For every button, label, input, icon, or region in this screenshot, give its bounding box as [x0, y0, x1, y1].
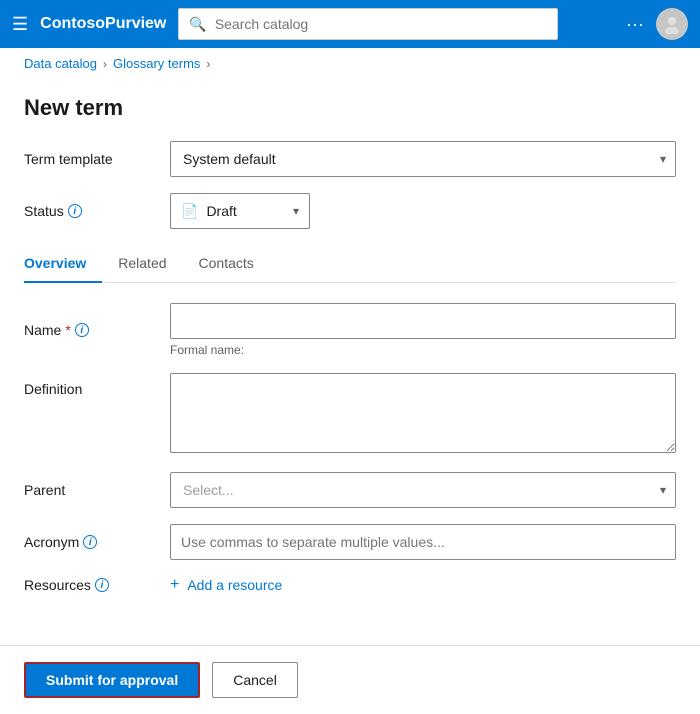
- definition-row: Definition: [24, 373, 676, 456]
- breadcrumb-data-catalog[interactable]: Data catalog: [24, 56, 97, 71]
- name-info-icon[interactable]: i: [75, 323, 89, 337]
- definition-label: Definition: [24, 373, 154, 397]
- tab-overview[interactable]: Overview: [24, 245, 102, 283]
- page-content: New term Term template System default ▾ …: [0, 79, 700, 626]
- more-options-icon[interactable]: ···: [626, 14, 644, 35]
- parent-label: Parent: [24, 482, 154, 498]
- acronym-info-icon[interactable]: i: [83, 535, 97, 549]
- plus-icon: +: [170, 576, 179, 594]
- tabs: Overview Related Contacts: [24, 245, 676, 283]
- breadcrumb-sep-2: ›: [206, 57, 210, 71]
- name-required-indicator: *: [65, 322, 70, 338]
- submit-for-approval-button[interactable]: Submit for approval: [24, 662, 200, 698]
- term-template-dropdown-wrapper: System default ▾: [170, 141, 676, 177]
- parent-select[interactable]: Select...: [170, 472, 676, 508]
- status-dropdown-arrow-icon: ▾: [293, 204, 299, 218]
- bottom-bar: Submit for approval Cancel: [0, 645, 700, 714]
- parent-row: Parent Select... ▾: [24, 472, 676, 508]
- search-input[interactable]: [215, 16, 548, 32]
- name-label: Name * i: [24, 322, 154, 338]
- acronym-label: Acronym i: [24, 534, 154, 550]
- tab-contacts[interactable]: Contacts: [183, 245, 270, 283]
- resources-field-wrap: + Add a resource: [170, 576, 676, 594]
- name-input[interactable]: [170, 303, 676, 339]
- acronym-input[interactable]: [170, 524, 676, 560]
- status-dropdown[interactable]: 📄 Draft ▾: [170, 193, 310, 229]
- term-template-label: Term template: [24, 151, 154, 167]
- definition-field-wrap: [170, 373, 676, 456]
- app-title: ContosoPurview: [40, 15, 166, 33]
- term-template-select[interactable]: System default: [170, 141, 676, 177]
- search-box[interactable]: 🔍: [178, 8, 558, 40]
- page-title: New term: [24, 95, 676, 121]
- avatar[interactable]: [656, 8, 688, 40]
- resources-label: Resources i: [24, 577, 154, 593]
- acronym-field-wrap: [170, 524, 676, 560]
- status-row: Status i 📄 Draft ▾: [24, 193, 676, 229]
- resources-info-icon[interactable]: i: [95, 578, 109, 592]
- resources-row: Resources i + Add a resource: [24, 576, 676, 594]
- status-label: Status i: [24, 203, 154, 219]
- search-icon: 🔍: [189, 16, 206, 33]
- tab-related[interactable]: Related: [102, 245, 182, 283]
- draft-doc-icon: 📄: [181, 203, 198, 220]
- hamburger-icon[interactable]: ☰: [12, 14, 28, 35]
- definition-textarea[interactable]: [170, 373, 676, 453]
- breadcrumb-sep-1: ›: [103, 57, 107, 71]
- name-row: Name * i Formal name:: [24, 303, 676, 357]
- breadcrumb-glossary-terms[interactable]: Glossary terms: [113, 56, 200, 71]
- parent-dropdown-wrapper: Select... ▾: [170, 472, 676, 508]
- top-navigation: ☰ ContosoPurview 🔍 ···: [0, 0, 700, 48]
- breadcrumb: Data catalog › Glossary terms ›: [0, 48, 700, 79]
- term-template-row: Term template System default ▾: [24, 141, 676, 177]
- acronym-row: Acronym i: [24, 524, 676, 560]
- name-field-wrap: Formal name:: [170, 303, 676, 357]
- status-value: Draft: [206, 203, 285, 219]
- add-resource-label: Add a resource: [187, 577, 282, 593]
- formal-name-label: Formal name:: [170, 343, 676, 357]
- status-info-icon[interactable]: i: [68, 204, 82, 218]
- nav-right: ···: [626, 8, 688, 40]
- cancel-button[interactable]: Cancel: [212, 662, 298, 698]
- add-resource-button[interactable]: + Add a resource: [170, 576, 676, 594]
